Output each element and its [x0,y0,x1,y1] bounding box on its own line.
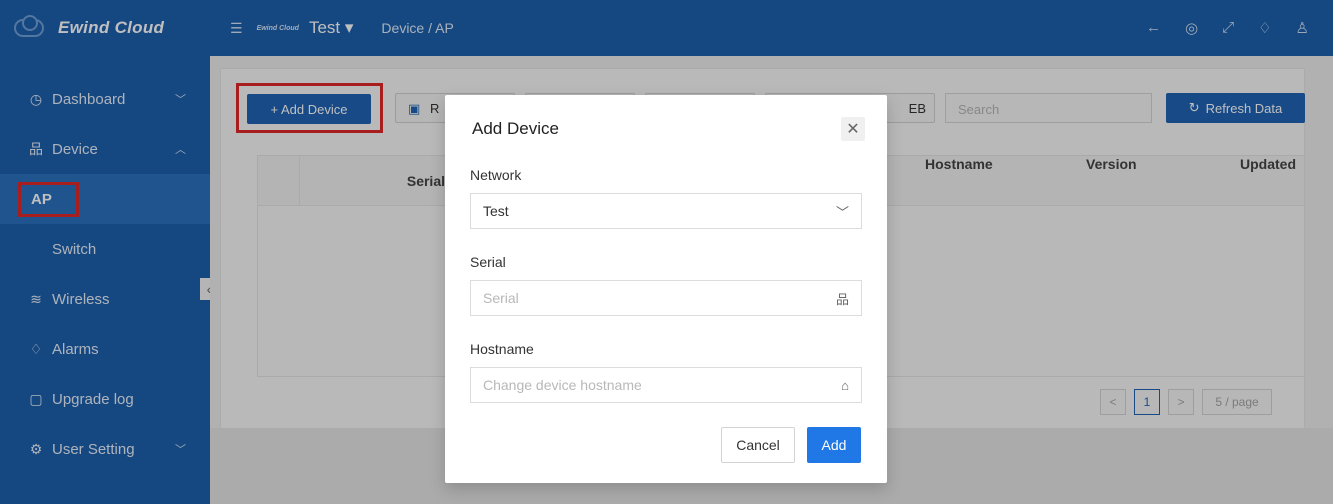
sidebar-item-dashboard[interactable]: ◷ Dashboard ﹀ [0,74,210,124]
eye-icon[interactable]: ◎ [1185,19,1198,37]
chevron-down-icon: ﹀ [175,94,186,106]
sidebar-item-user-setting[interactable]: ⚙ User Setting ﹀ [0,424,210,474]
page-size-value: 5 / page [1215,395,1259,409]
mini-logo: Ewind Cloud [256,24,299,32]
fullscreen-icon[interactable]: ⤢ [1222,19,1234,37]
sidebar-item-label: User Setting [52,440,135,458]
page-size-select[interactable]: 5 / page [1202,389,1272,415]
sidebar-item-label: Upgrade log [52,390,134,408]
sidebar-item-device[interactable]: 品 Device ︿ [0,124,210,174]
column-hostname[interactable]: Hostname [925,156,1005,172]
toolbar-button-4-label: EB [908,101,926,116]
sidebar: Ewind Cloud ◷ Dashboard ﹀ 品 Device ︿ AP … [0,0,210,504]
sidebar-item-label: Device [52,140,98,158]
hostname-input[interactable]: Change device hostname ⌂ [470,367,862,403]
app-logo[interactable]: Ewind Cloud [0,0,210,56]
bell-icon: ♢ [29,340,43,357]
dashboard-icon: ◷ [29,90,43,107]
sidebar-nav: ◷ Dashboard ﹀ 品 Device ︿ AP Switch ≋ Wir… [0,74,210,474]
add-button[interactable]: Add [807,427,861,463]
column-serial[interactable]: Serial [300,156,445,205]
highlight-box: + Add Device [236,83,383,133]
modal-title: Add Device [472,119,559,138]
cloud-logo-icon [14,15,44,37]
toolbar-button-1-label: R [430,101,440,116]
page-1-button[interactable]: 1 [1134,389,1160,415]
network-select[interactable]: Test ▾ [309,18,353,38]
sidebar-item-upgrade-log[interactable]: ▢ Upgrade log [0,374,210,424]
home-icon: ⌂ [841,377,849,393]
sidebar-item-ap[interactable]: AP [0,174,210,224]
notification-icon[interactable]: ♢ [1258,19,1271,37]
chevron-up-icon: ︿ [175,144,186,156]
pagination: < 1 > 5 / page [1100,389,1272,415]
toolbar-icon: ▣ [408,101,421,116]
add-device-button[interactable]: + Add Device [247,94,371,124]
close-icon[interactable]: ✕ [841,117,865,141]
sidebar-item-label: Switch [52,240,97,258]
refresh-label: Refresh Data [1205,100,1283,116]
sidebar-item-switch[interactable]: Switch [0,224,210,274]
add-device-modal: Add Device ✕ Network Test ﹀ Serial Seria… [445,95,887,483]
gear-icon: ⚙ [29,440,43,457]
sidebar-item-wireless[interactable]: ≋ Wireless [0,274,210,324]
search-input[interactable]: Search [945,93,1152,123]
device-icon: 品 [835,291,849,307]
caret-down-icon: ▾ [344,18,354,37]
select-column[interactable] [258,156,300,205]
add-device-label: + Add Device [270,101,348,117]
serial-placeholder: Serial [483,290,519,306]
top-actions: ← ◎ ⤢ ♢ ♙ [1146,19,1309,37]
network-select-value: Test [308,18,341,37]
column-version[interactable]: Version [1086,156,1166,172]
page-next-button[interactable]: > [1168,389,1194,415]
column-updated[interactable]: Updated [1240,156,1306,172]
back-icon[interactable]: ← [1146,19,1161,37]
page-prev-button[interactable]: < [1100,389,1126,415]
app-name: Ewind Cloud [58,18,165,37]
hostname-label: Hostname [470,341,534,357]
sidebar-item-label: Wireless [52,290,110,308]
chevron-down-icon: ﹀ [175,444,186,456]
hostname-placeholder: Change device hostname [483,377,642,393]
sidebar-item-label: Alarms [52,340,99,358]
refresh-data-button[interactable]: ↻ Refresh Data [1166,93,1305,123]
refresh-icon: ↻ [1188,100,1200,115]
device-icon: 品 [29,141,43,157]
network-field-value: Test [483,203,509,219]
network-select-field[interactable]: Test ﹀ [470,193,862,229]
top-bar: ☰ Ewind Cloud Test ▾ Device / AP ← ◎ ⤢ ♢… [210,0,1333,56]
wifi-icon: ≋ [30,290,42,307]
sidebar-item-label: AP [18,181,79,217]
chevron-down-icon: ﹀ [835,204,849,220]
cancel-button[interactable]: Cancel [721,427,795,463]
menu-toggle-icon[interactable]: ☰ [230,20,243,37]
user-icon[interactable]: ♙ [1296,19,1309,37]
network-label: Network [470,167,522,183]
file-icon: ▢ [29,390,43,407]
sidebar-item-label: Dashboard [52,90,126,108]
serial-input[interactable]: Serial 品 [470,280,862,316]
serial-label: Serial [470,254,506,270]
sidebar-item-alarms[interactable]: ♢ Alarms [0,324,210,374]
breadcrumb: Device / AP [381,20,454,36]
